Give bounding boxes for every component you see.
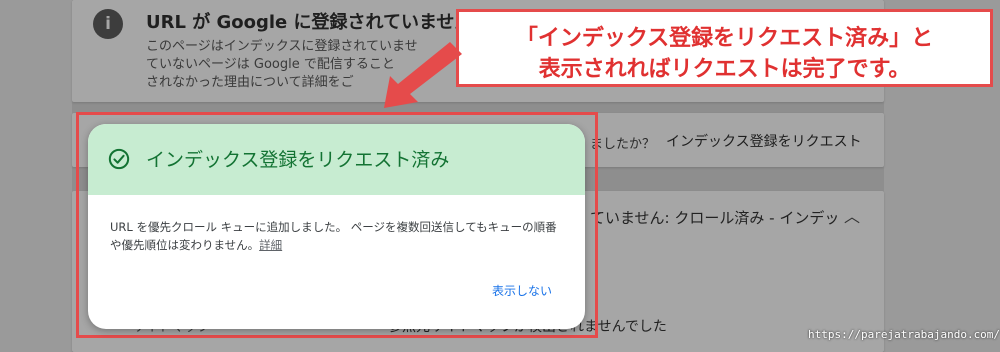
dialog-header: インデックス登録をリクエスト済み (88, 124, 585, 195)
callout-line-2: 表示されればリクエストは完了です。 (538, 57, 911, 82)
check-circle-icon (108, 148, 130, 170)
annotation-arrow-icon (384, 42, 462, 108)
indexing-requested-dialog: インデックス登録をリクエスト済み URL を優先クロール キューに追加しました。… (88, 124, 585, 329)
chevron-up-icon[interactable]: ︿ (844, 203, 860, 227)
request-indexing-link[interactable]: インデックス登録をリクエスト (666, 131, 862, 151)
details-link[interactable]: 詳細 (259, 238, 282, 252)
info-icon: i (93, 9, 123, 39)
dialog-message: URL を優先クロール キューに追加しました。 ページを複数回送信してもキューの… (110, 220, 557, 252)
dialog-body: URL を優先クロール キューに追加しました。 ページを複数回送信してもキューの… (110, 218, 565, 254)
watermark: https://parejatrabajando.com/ (808, 328, 1000, 341)
live-test-prompt: ましたか？ (590, 137, 656, 152)
status-title: URL が Google に登録されていません (146, 12, 473, 33)
coverage-status[interactable]: ていません: クロール済み - インデッ (590, 207, 839, 228)
dialog-title: インデックス登録をリクエスト済み (146, 149, 450, 171)
annotation-callout: 「インデックス登録をリクエスト済み」と 表示されればリクエストは完了です。 (456, 9, 993, 87)
dismiss-button[interactable]: 表示しない (492, 282, 552, 299)
callout-line-1: 「インデックス登録をリクエスト済み」と (515, 26, 934, 51)
